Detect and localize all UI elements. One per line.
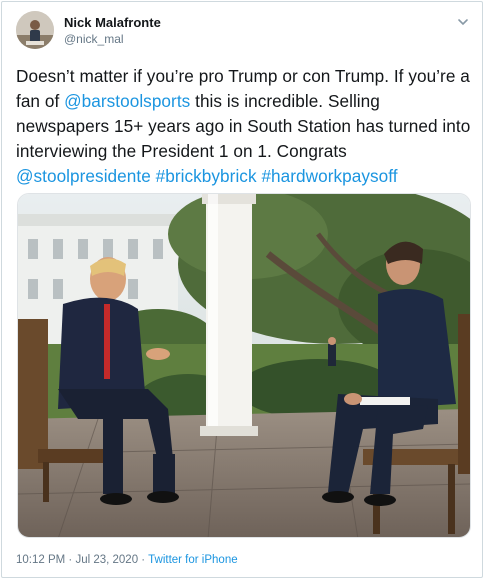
timestamp[interactable]: 10:12 PM · Jul 23, 2020 · [16,554,148,566]
mention-barstoolsports[interactable]: @barstoolsports [64,91,190,111]
hashtag-hardworkpaysoff[interactable]: #hardworkpaysoff [261,166,397,186]
source-link[interactable]: Twitter for iPhone [148,554,237,566]
mention-stoolpresidente[interactable]: @stoolpresidente [16,166,151,186]
interview-photo-icon [18,194,470,537]
author-names: Nick Malafronte @nick_mal [64,14,161,47]
tweet-footer: 10:12 PM · Jul 23, 2020 · Twitter for iP… [16,554,238,566]
avatar[interactable] [16,11,54,49]
author-handle[interactable]: @nick_mal [64,31,161,47]
tweet-card: Nick Malafronte @nick_mal Doesn’t matter… [1,1,483,578]
display-name[interactable]: Nick Malafronte [64,14,161,31]
tweet-text: Doesn’t matter if you’re pro Trump or co… [16,64,472,189]
tweet-photo[interactable] [17,193,471,538]
hashtag-brickbybrick[interactable]: #brickbybrick [156,166,257,186]
tweet-header: Nick Malafronte @nick_mal [16,11,472,51]
chevron-down-icon[interactable] [456,15,470,29]
